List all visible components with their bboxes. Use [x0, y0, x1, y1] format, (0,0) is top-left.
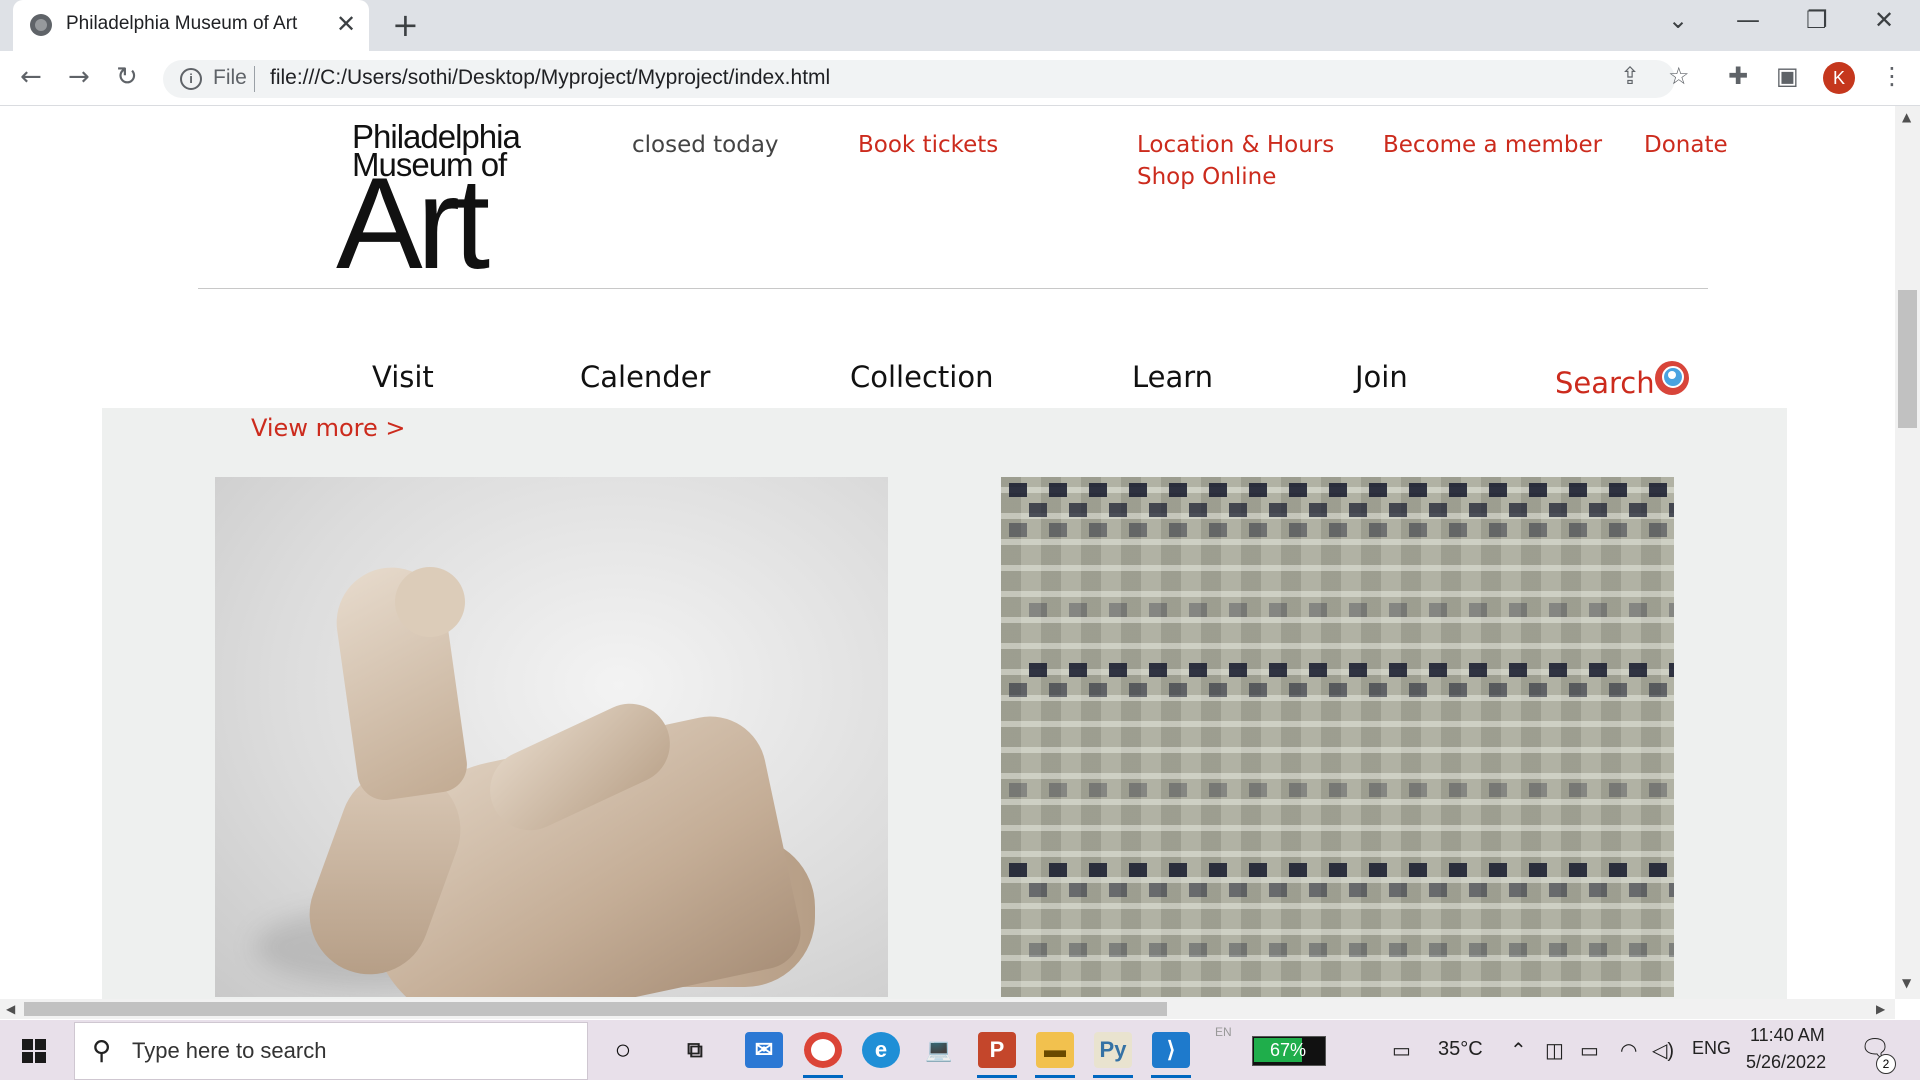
python-icon[interactable]: Py	[1094, 1032, 1132, 1068]
back-icon[interactable]: ←	[20, 62, 42, 92]
task-view-icon[interactable]: ⧉	[676, 1032, 714, 1068]
menu-kebab-icon[interactable]: ⋮	[1880, 62, 1904, 90]
new-tab-icon[interactable]: +	[392, 6, 419, 44]
nav-learn[interactable]: Learn	[1132, 360, 1213, 394]
close-tab-icon[interactable]: ✕	[336, 10, 356, 38]
sculpture-figure-head	[395, 567, 465, 637]
location-hours-link[interactable]: Location & Hours	[1137, 132, 1334, 158]
tab-search-chevron-icon[interactable]: ⌄	[1668, 6, 1688, 34]
reload-icon[interactable]: ↻	[116, 62, 138, 92]
clock-time[interactable]: 11:40 AM	[1750, 1025, 1825, 1046]
weather-icon[interactable]: ▭	[1392, 1038, 1411, 1063]
book-tickets-link[interactable]: Book tickets	[858, 132, 998, 158]
tray-chevron-icon[interactable]: ⌃	[1510, 1038, 1527, 1063]
wifi-icon[interactable]: ◠	[1620, 1038, 1637, 1063]
globe-icon	[30, 14, 52, 36]
restore-icon[interactable]: ❐	[1806, 6, 1828, 34]
clock-date[interactable]: 5/26/2022	[1746, 1052, 1826, 1073]
nav-join[interactable]: Join	[1355, 360, 1408, 394]
nav-calender[interactable]: Calender	[580, 360, 710, 394]
scroll-down-icon[interactable]: ▼	[1902, 976, 1911, 990]
bookmark-star-icon[interactable]: ☆	[1668, 62, 1690, 90]
view-more-link[interactable]: View more >	[251, 414, 406, 442]
language-indicator[interactable]: ENG	[1692, 1038, 1731, 1059]
powerpoint-active-indicator	[977, 1075, 1017, 1078]
chrome-icon[interactable]	[804, 1032, 842, 1068]
omnibox-scheme: File	[213, 66, 247, 89]
url-text[interactable]: file:///C:/Users/sothi/Desktop/Myproject…	[270, 66, 830, 90]
minimize-icon[interactable]: —	[1736, 6, 1760, 34]
mosaic-dark-row	[1029, 663, 1674, 677]
mosaic-dark-row	[1029, 943, 1674, 957]
mosaic-dark-row	[1009, 523, 1669, 537]
omnibox-divider	[254, 66, 255, 92]
search-link[interactable]: Search	[1555, 366, 1655, 400]
mail-icon[interactable]: ✉	[745, 1032, 783, 1068]
powerpoint-icon[interactable]: P	[978, 1032, 1016, 1068]
mosaic-dark-row	[1009, 863, 1669, 877]
mosaic-dark-row	[1029, 883, 1674, 897]
explorer-active-indicator	[1035, 1075, 1075, 1078]
search-icon[interactable]	[1655, 361, 1689, 395]
laptop-app-icon[interactable]: 💻	[920, 1032, 958, 1068]
mosaic-dark-row	[1009, 683, 1669, 697]
mosaic-dark-row	[1009, 783, 1669, 797]
volume-icon[interactable]: ◁)	[1652, 1038, 1674, 1063]
chrome-active-indicator	[803, 1075, 843, 1078]
python-active-indicator	[1093, 1075, 1133, 1078]
shop-online-link[interactable]: Shop Online	[1137, 164, 1276, 190]
notification-count-badge: 2	[1876, 1054, 1896, 1074]
scroll-up-icon[interactable]: ▲	[1902, 110, 1911, 124]
nav-collection[interactable]: Collection	[850, 360, 993, 394]
vscode-active-indicator	[1151, 1075, 1191, 1078]
battery-percent: 67%	[1270, 1040, 1307, 1060]
taskbar-search-placeholder[interactable]: Type here to search	[132, 1038, 326, 1064]
extensions-icon[interactable]: ✚	[1728, 62, 1748, 90]
header-divider	[198, 288, 1708, 289]
horizontal-scroll-thumb[interactable]	[24, 1002, 1167, 1016]
vscode-icon[interactable]: ⟩	[1152, 1032, 1190, 1068]
become-member-link[interactable]: Become a member	[1383, 132, 1602, 158]
meet-now-icon[interactable]: ◫	[1545, 1038, 1564, 1063]
taskbar-search-icon: ⚲	[92, 1036, 112, 1066]
scroll-left-icon[interactable]: ◀	[6, 1002, 15, 1016]
window-close-icon[interactable]: ✕	[1874, 6, 1894, 34]
logo-line-3: Art	[336, 150, 490, 296]
hand-sculpture-image[interactable]	[215, 477, 888, 997]
edge-icon[interactable]: e	[862, 1032, 900, 1068]
mosaic-artwork-image[interactable]	[1001, 477, 1674, 997]
profile-avatar[interactable]: K	[1823, 62, 1855, 94]
file-explorer-icon[interactable]: ▬	[1036, 1032, 1074, 1068]
mosaic-dark-row	[1009, 483, 1669, 497]
ime-indicator: EN	[1215, 1025, 1232, 1039]
nav-visit[interactable]: Visit	[372, 360, 434, 394]
page-viewport: Philadelphia Museum of Art closed today …	[0, 106, 1895, 999]
cortana-icon[interactable]: ○	[604, 1032, 642, 1068]
vertical-scrollbar[interactable]	[1895, 106, 1920, 999]
scroll-right-icon[interactable]: ▶	[1876, 1002, 1885, 1016]
donate-link[interactable]: Donate	[1644, 132, 1728, 158]
mosaic-dark-row	[1029, 503, 1674, 517]
windows-start-icon[interactable]	[22, 1039, 46, 1063]
share-icon[interactable]: ⇪	[1620, 62, 1640, 90]
tab-title[interactable]: Philadelphia Museum of Art	[66, 13, 297, 35]
side-panel-icon[interactable]: ▣	[1776, 62, 1799, 90]
battery-tray-icon[interactable]: ▭	[1580, 1038, 1599, 1063]
forward-icon[interactable]: →	[68, 62, 90, 92]
vertical-scroll-thumb[interactable]	[1898, 290, 1917, 428]
mosaic-dark-row	[1029, 603, 1674, 617]
site-info-icon[interactable]: i	[180, 68, 202, 90]
temperature-text[interactable]: 35°C	[1438, 1038, 1483, 1061]
status-text: closed today	[632, 132, 779, 158]
